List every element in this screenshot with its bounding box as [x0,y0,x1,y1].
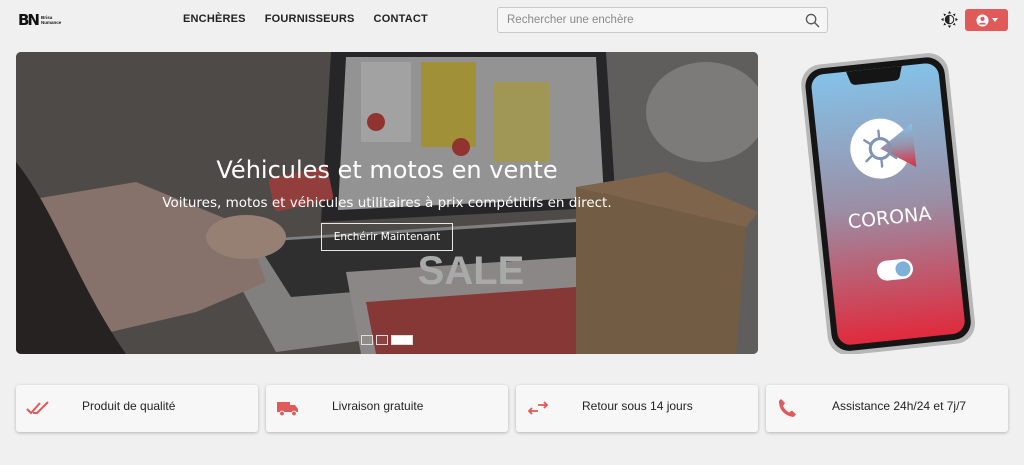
hero-carousel: SALE Véhicules et motos en vente Voiture… [16,52,758,354]
user-icon [975,13,989,27]
feature-label: Livraison gratuite [332,399,424,413]
account-menu-button[interactable] [965,9,1008,31]
phone-icon [779,399,796,417]
double-check-icon [26,401,49,415]
feature-card-quality: Produit de qualité [16,385,258,432]
main-nav: ENCHÈRES FOURNISSEURS CONTACT [183,13,447,25]
swap-arrows-icon [527,401,549,415]
logo-mark: BN [18,11,40,29]
logo-tagline: Brisa Numance [41,15,61,25]
features-bar: Produit de qualité Livraison gratuite Re… [16,385,1008,432]
carousel-indicator-1[interactable] [361,335,373,345]
carousel-indicator-3[interactable] [391,335,413,345]
hero-title: Véhicules et motos en vente [216,156,558,184]
corona-app-ad[interactable]: CORONA [800,52,978,354]
nav-link-fournisseurs[interactable]: FOURNISSEURS [265,13,355,25]
feature-label: Produit de qualité [82,399,176,413]
theme-toggle-icon[interactable] [941,11,958,28]
bid-now-button[interactable]: Enchérir Maintenant [321,223,453,251]
nav-link-contact[interactable]: CONTACT [374,13,428,25]
search-input[interactable] [507,13,797,27]
feature-label: Assistance 24h/24 et 7j/7 [832,399,967,413]
carousel-indicator-2[interactable] [376,335,388,345]
chevron-down-icon [991,18,998,22]
search-box [497,7,828,33]
carousel-indicators [361,335,413,345]
brand-logo[interactable]: BN Brisa Numance [18,11,66,29]
nav-link-encheres[interactable]: ENCHÈRES [183,13,246,25]
feature-label: Retour sous 14 jours [582,399,693,413]
logo-line-2: Numance [41,20,62,25]
truck-icon [277,402,298,417]
feature-card-returns: Retour sous 14 jours [516,385,758,432]
hero-subtitle: Voitures, motos et véhicules utilitaires… [162,195,612,211]
top-navbar: BN Brisa Numance ENCHÈRES FOURNISSEURS C… [0,0,1024,40]
search-icon[interactable] [805,13,820,28]
feature-card-support: Assistance 24h/24 et 7j/7 [766,385,1008,432]
feature-card-delivery: Livraison gratuite [266,385,508,432]
